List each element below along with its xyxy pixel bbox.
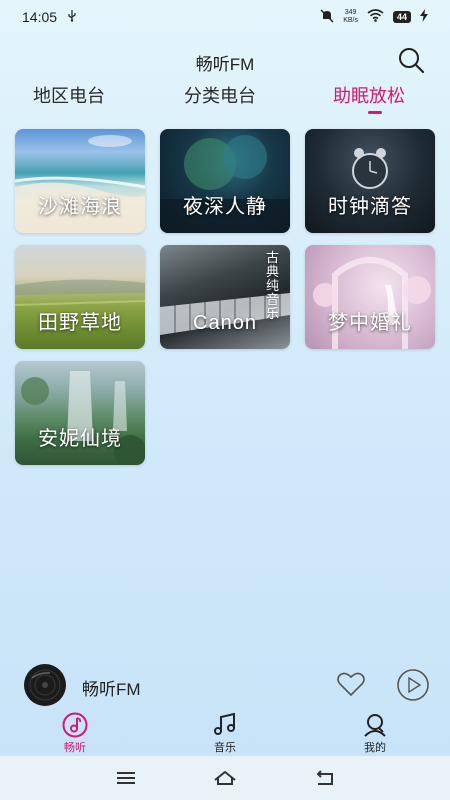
- search-icon: [399, 48, 425, 74]
- category-tabs: 地区电台 分类电台 助眠放松: [0, 82, 450, 116]
- home-icon: [214, 770, 236, 785]
- nav-mine[interactable]: 我的: [345, 712, 405, 755]
- card-beach-waves[interactable]: 沙滩海浪: [15, 129, 145, 233]
- tab-sleep-relax[interactable]: 助眠放松: [333, 82, 405, 108]
- vinyl-disc-icon: [24, 664, 66, 706]
- net-speed-value: 349: [344, 9, 357, 16]
- system-nav-bar: [0, 756, 450, 800]
- music-note-circle-icon: [62, 712, 88, 738]
- play-button[interactable]: [396, 668, 430, 702]
- card-label: 沙滩海浪: [38, 196, 122, 218]
- music-notes-icon: [214, 712, 235, 735]
- nav-music[interactable]: 音乐: [195, 712, 255, 755]
- favorite-button[interactable]: [336, 670, 366, 698]
- card-annie-wonderland[interactable]: 安妮仙境: [15, 361, 145, 465]
- nav-label: 畅听: [64, 742, 86, 754]
- card-canon[interactable]: 古典纯音乐 Canon: [160, 245, 290, 349]
- card-label: Canon: [193, 312, 257, 334]
- card-fields-meadow[interactable]: 田野草地: [15, 245, 145, 349]
- nav-label: 我的: [364, 742, 386, 754]
- net-speed-unit: KB/s: [343, 17, 358, 24]
- status-bar: 14:05 349 KB/s 44: [0, 0, 450, 34]
- usb-icon: [67, 9, 77, 25]
- card-label: 梦中婚礼: [328, 312, 412, 334]
- net-speed: 349 KB/s: [343, 9, 358, 25]
- home-button[interactable]: [213, 768, 237, 788]
- back-icon: [316, 770, 333, 785]
- back-button[interactable]: [313, 768, 337, 788]
- nav-label: 音乐: [214, 742, 236, 754]
- album-disc[interactable]: [20, 664, 70, 706]
- menu-button[interactable]: [114, 768, 138, 788]
- card-quiet-night[interactable]: 夜深人静: [160, 129, 290, 233]
- card-label: 田野草地: [38, 312, 122, 334]
- active-tab-indicator: [368, 111, 382, 114]
- player-title: 畅听FM: [82, 680, 141, 699]
- play-icon: [397, 669, 429, 701]
- menu-icon: [117, 772, 135, 784]
- card-label: 安妮仙境: [38, 428, 122, 450]
- app-header: 畅听FM: [0, 44, 450, 76]
- nav-changting[interactable]: 畅听: [45, 712, 105, 755]
- wifi-icon: [367, 9, 384, 25]
- heart-icon: [337, 672, 365, 697]
- app-title: 畅听FM: [195, 55, 255, 74]
- mute-icon: [320, 9, 334, 26]
- tab-region[interactable]: 地区电台: [33, 82, 105, 108]
- card-dream-wedding[interactable]: 梦中婚礼: [305, 245, 435, 349]
- tab-category[interactable]: 分类电台: [184, 82, 256, 108]
- card-label: 时钟滴答: [328, 196, 412, 218]
- mini-player[interactable]: 畅听FM: [0, 660, 450, 710]
- search-button[interactable]: [396, 45, 426, 75]
- card-clock-ticking[interactable]: 时钟滴答: [305, 129, 435, 233]
- status-time: 14:05: [22, 9, 58, 25]
- classical-music-vertical-text: 古典纯音乐: [266, 250, 280, 321]
- charging-icon: [420, 9, 428, 25]
- card-label: 夜深人静: [183, 196, 267, 218]
- bottom-nav: 畅听 音乐 我的: [0, 712, 450, 756]
- battery-indicator: 44: [392, 11, 411, 23]
- user-icon: [364, 714, 386, 737]
